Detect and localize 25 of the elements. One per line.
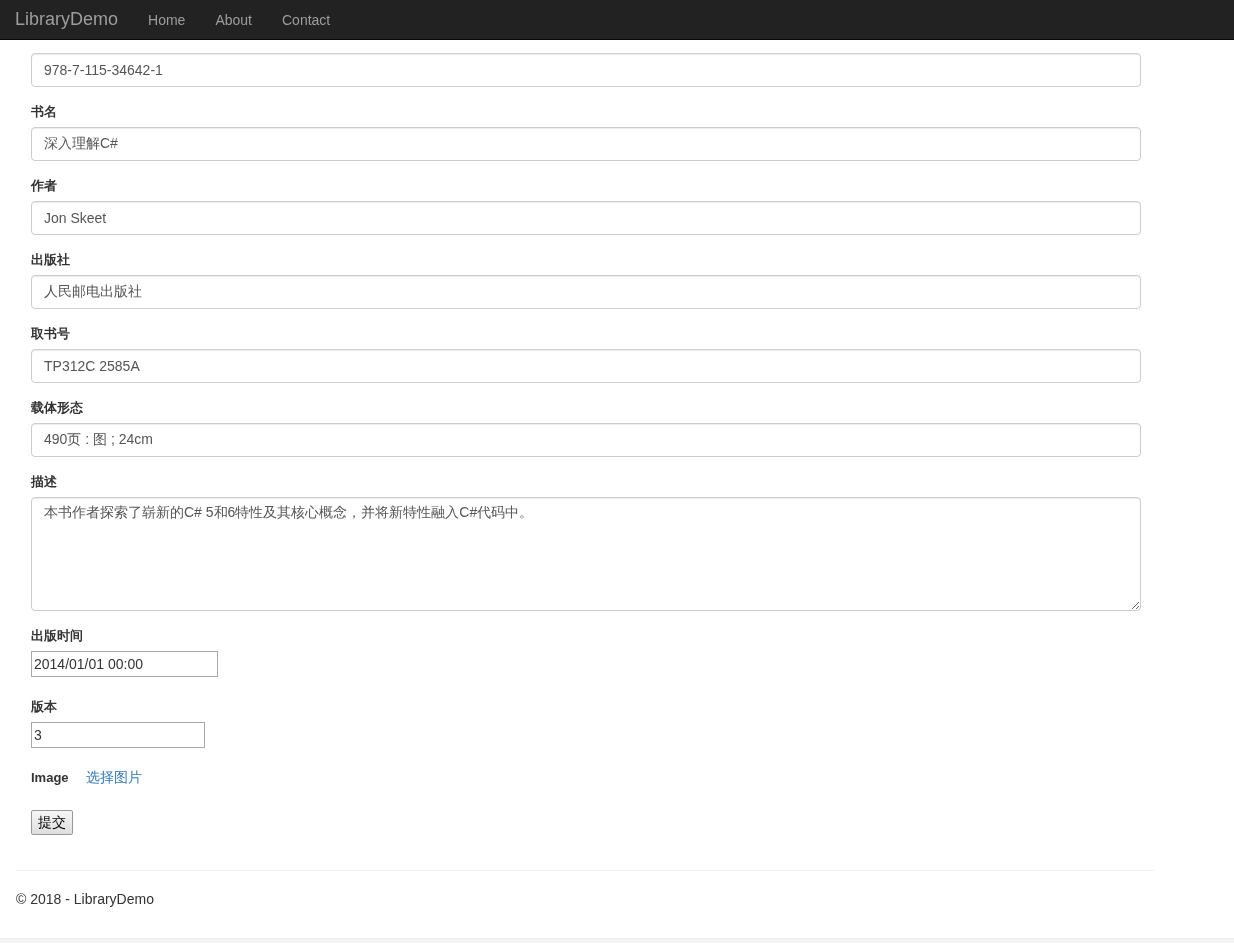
field-label: 载体形态 [31, 399, 83, 417]
input-field[interactable]: 490页 : 图 ; 24cm [31, 423, 1141, 457]
nav-link[interactable]: Home [133, 11, 201, 28]
input-field[interactable]: 978-7-115-34642-1 [31, 53, 1141, 87]
nav-link[interactable]: About [200, 11, 267, 28]
choose-image-link[interactable]: 选择图片 [85, 768, 142, 787]
field-label: Image [31, 769, 69, 787]
field-label: 版本 [31, 698, 57, 716]
footer-text: © 2018 - LibraryDemo [16, 891, 155, 907]
date-field[interactable]: 2014/01/01 00:00 [31, 651, 218, 677]
submit-button[interactable]: 提交 [31, 810, 73, 835]
field-label: 出版社 [31, 251, 70, 269]
input-field[interactable]: TP312C 2585A [31, 349, 1141, 383]
input-field[interactable]: 深入理解C# [31, 127, 1141, 161]
field-label: 取书号 [31, 325, 70, 343]
description-field[interactable]: 本书作者探索了崭新的C# 5和6特性及其核心概念，并将新特性融入C#代码中。 [31, 497, 1141, 611]
field-label: 描述 [31, 473, 57, 491]
input-field[interactable]: 人民邮电出版社 [31, 275, 1141, 309]
number-field[interactable]: 3 [31, 722, 205, 748]
input-field[interactable]: Jon Skeet [31, 201, 1141, 235]
nav-link[interactable]: Contact [267, 11, 346, 28]
brand-link[interactable]: LibraryDemo [15, 9, 119, 30]
field-label: 书名 [31, 103, 57, 121]
field-label: 出版时间 [31, 627, 83, 645]
field-label: 作者 [31, 177, 57, 195]
